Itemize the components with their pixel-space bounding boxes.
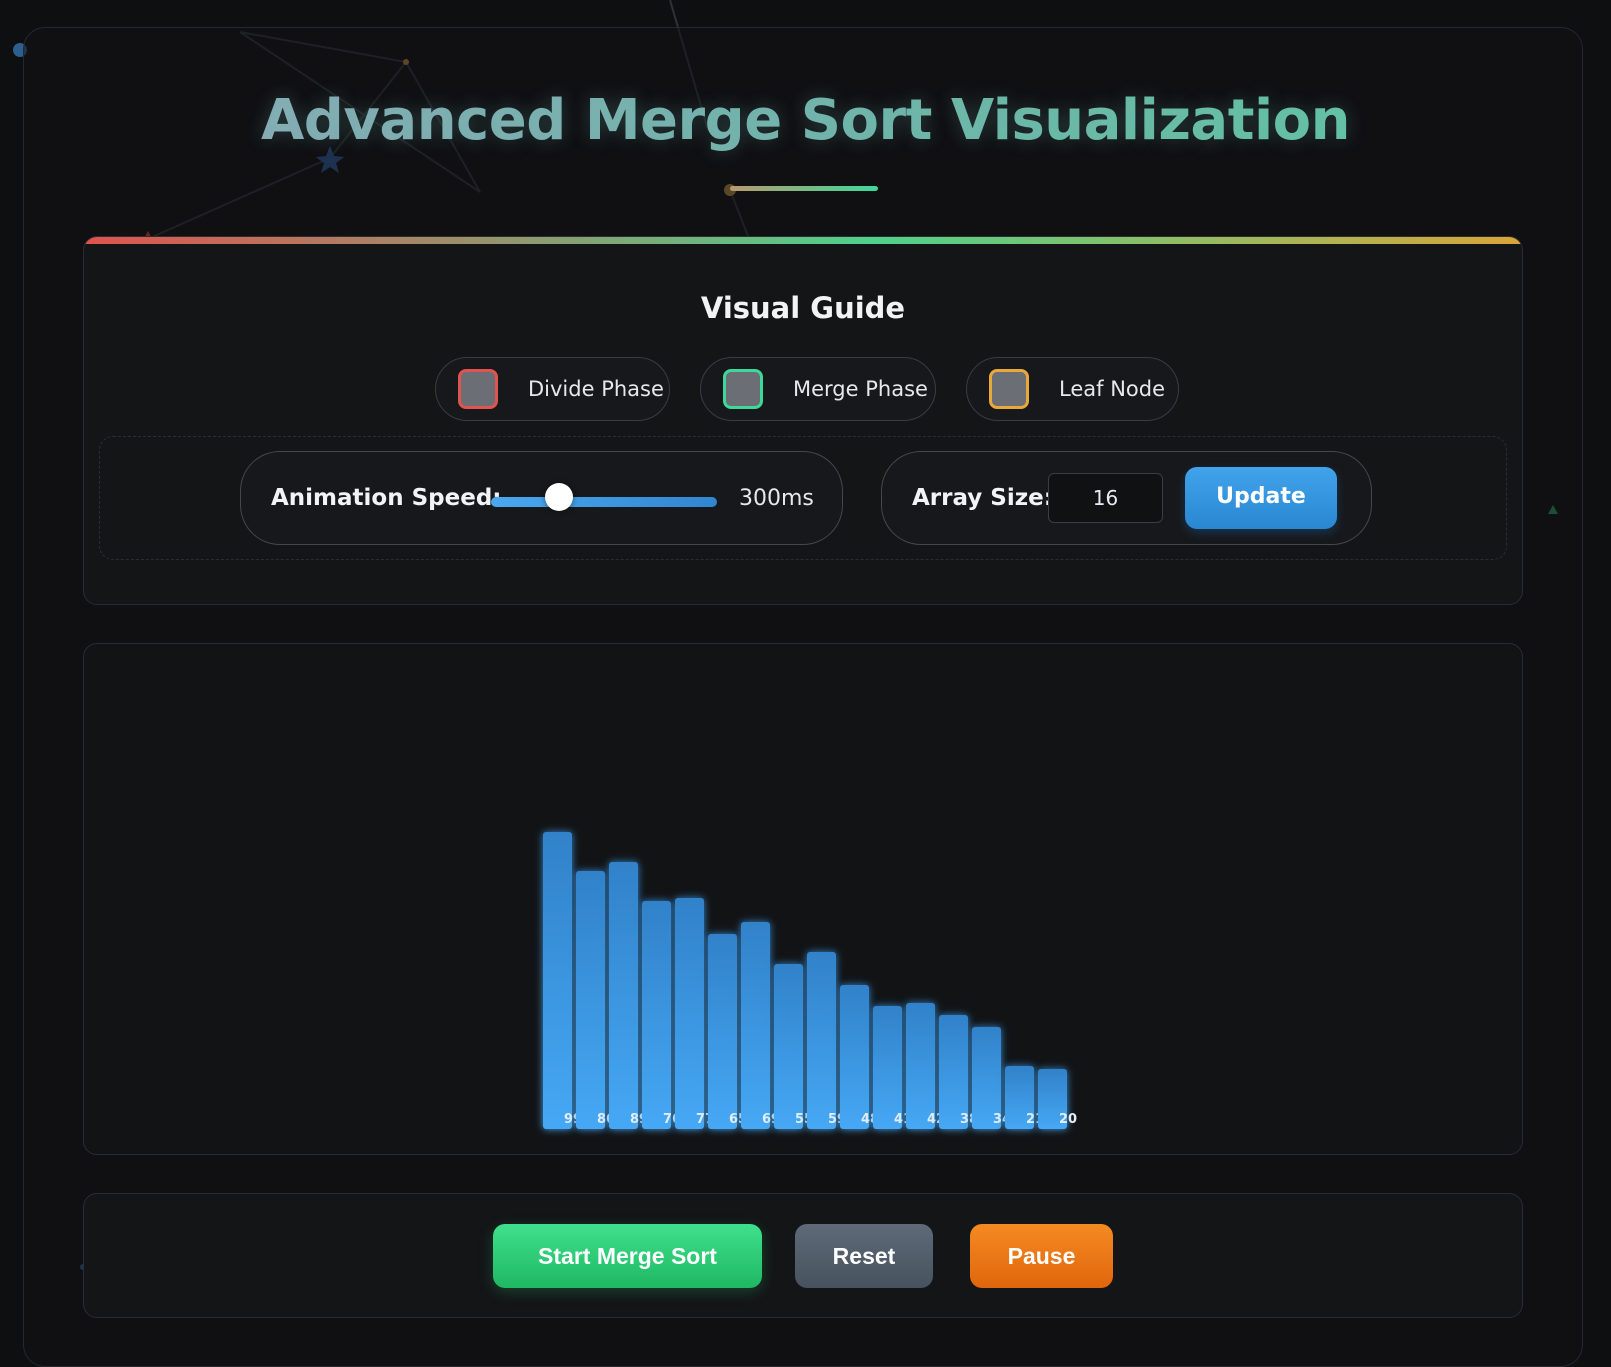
speed-slider-track[interactable] — [491, 497, 717, 507]
legend-item-merge: Merge Phase — [700, 357, 936, 421]
bar — [873, 1006, 902, 1129]
leaf-swatch — [989, 369, 1029, 409]
legend-item-leaf: Leaf Node — [966, 357, 1179, 421]
page-title: Advanced Merge Sort Visualization — [0, 88, 1611, 153]
actions-panel: Start Merge Sort Reset Pause — [83, 1193, 1523, 1318]
speed-slider-thumb[interactable] — [544, 483, 573, 511]
bar — [609, 862, 638, 1129]
visualization-panel: 99 86 89 76 77 65 69 55 59 48 41 42 38 34 21 20 — [83, 643, 1523, 1155]
size-label: Array Size: — [912, 485, 1053, 511]
bar — [840, 985, 869, 1129]
bar-value-label: 20 — [1059, 1112, 1077, 1127]
bar — [576, 871, 605, 1129]
pause-button[interactable]: Pause — [970, 1224, 1113, 1288]
start-merge-sort-button[interactable]: Start Merge Sort — [493, 1224, 762, 1288]
gradient-bar — [84, 237, 1522, 244]
bar — [741, 922, 770, 1129]
size-control: Array Size: 16 Update — [881, 451, 1372, 545]
bar — [774, 964, 803, 1129]
legend-label: Merge Phase — [793, 377, 928, 401]
speed-label: Animation Speed: — [271, 485, 502, 511]
controls-area: Animation Speed: 300ms Array Size: 16 Up… — [99, 436, 1507, 560]
bar — [708, 934, 737, 1129]
bar — [642, 901, 671, 1129]
bar — [807, 952, 836, 1129]
guide-heading: Visual Guide — [700, 291, 906, 325]
legend-label: Divide Phase — [528, 377, 664, 401]
title-underline — [730, 186, 878, 191]
speed-control: Animation Speed: 300ms — [240, 451, 843, 545]
update-button[interactable]: Update — [1185, 467, 1337, 529]
bar — [675, 898, 704, 1129]
divide-swatch — [458, 369, 498, 409]
legend-label: Leaf Node — [1059, 377, 1165, 401]
visual-guide-panel: Visual Guide Divide Phase Merge Phase Le… — [83, 236, 1523, 605]
reset-button[interactable]: Reset — [795, 1224, 933, 1288]
bar — [906, 1003, 935, 1129]
legend-item-divide: Divide Phase — [435, 357, 670, 421]
speed-value: 300ms — [739, 486, 814, 511]
bar-chart: 99 86 89 76 77 65 69 55 59 48 41 42 38 34 21 20 — [543, 832, 1077, 1129]
merge-swatch — [723, 369, 763, 409]
array-size-input[interactable]: 16 — [1048, 473, 1163, 523]
bar — [543, 832, 572, 1129]
